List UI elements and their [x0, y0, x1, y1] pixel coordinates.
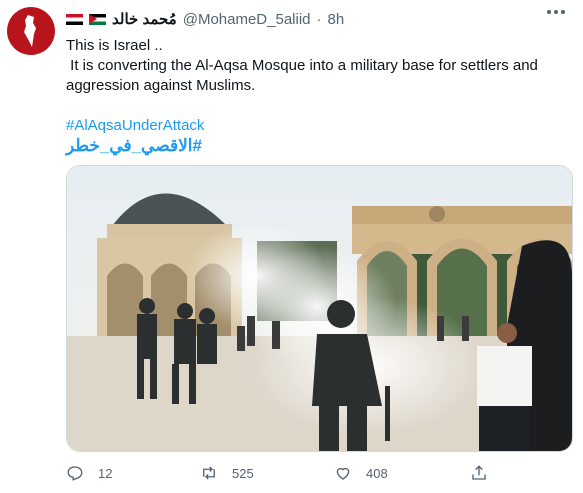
- retweet-button[interactable]: 525: [200, 462, 254, 484]
- like-count: 408: [366, 465, 388, 481]
- user-handle[interactable]: @MohameD_5aliid: [183, 11, 311, 28]
- palestine-flag-icon: [89, 13, 106, 25]
- display-name[interactable]: مُحمد خالد: [112, 10, 177, 28]
- share-icon: [472, 465, 486, 480]
- reply-icon: [67, 466, 83, 481]
- hashtag-link[interactable]: #AlAqsaUnderAttack: [66, 116, 566, 136]
- separator-dot: ·: [316, 10, 322, 28]
- photo-illustration: [67, 166, 572, 451]
- tweet-line: It is converting the Al-Aqsa Mosque into…: [66, 57, 538, 74]
- palestine-map-logo-icon: [24, 15, 36, 47]
- tweet-line: aggression against Muslims.: [66, 77, 256, 94]
- share-button[interactable]: [470, 462, 488, 484]
- retweet-icon: [203, 466, 215, 480]
- reply-count: 12: [98, 465, 113, 481]
- tweet-time[interactable]: 8h: [328, 11, 345, 28]
- reply-button[interactable]: 12: [66, 462, 112, 484]
- tweet-line: This is Israel ..: [66, 37, 163, 54]
- tweet-text: This is Israel .. It is converting the A…: [66, 36, 566, 157]
- egypt-flag-icon: [66, 13, 83, 25]
- like-button[interactable]: 408: [334, 462, 388, 484]
- more-icon[interactable]: [547, 10, 565, 14]
- tweet-actions: 12 525 408: [66, 462, 571, 484]
- avatar[interactable]: [7, 7, 55, 55]
- tweet-header: مُحمد خالد @MohameD_5aliid · 8h: [66, 8, 543, 30]
- retweet-count: 525: [232, 465, 254, 481]
- hashtag-link-arabic[interactable]: #الاقصي_في_خطر: [66, 136, 202, 156]
- heart-icon: [336, 467, 350, 480]
- tweet-photo[interactable]: [66, 165, 573, 452]
